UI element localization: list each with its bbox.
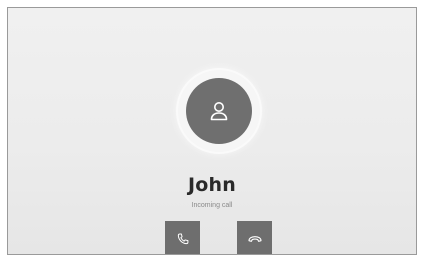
incoming-call-screen: John Incoming call <box>7 7 417 255</box>
person-icon <box>210 102 228 121</box>
call-status: Incoming call <box>191 202 233 209</box>
caller-name: John <box>188 174 236 196</box>
avatar-halo <box>178 70 260 152</box>
hang-up-icon <box>247 235 262 242</box>
decline-call-button[interactable] <box>237 221 272 254</box>
phone-icon <box>177 233 188 244</box>
accept-call-button[interactable] <box>165 221 200 254</box>
avatar <box>186 78 252 144</box>
